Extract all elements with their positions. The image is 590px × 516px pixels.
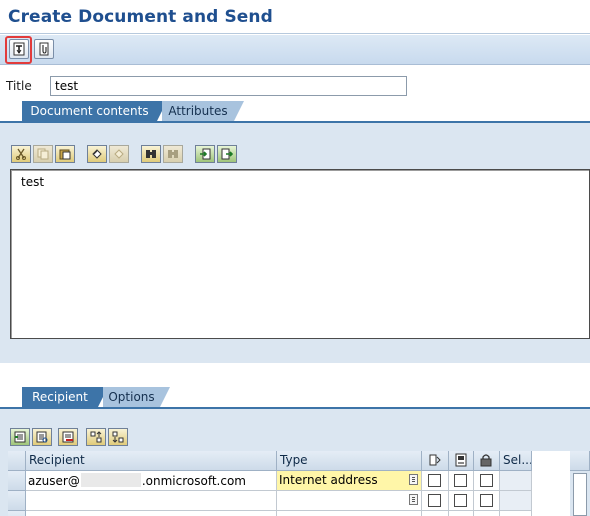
copy-button[interactable] [33,145,53,163]
copy-checkbox[interactable] [454,494,467,507]
copy-cell [449,471,474,491]
details-icon [36,431,48,443]
editor-text: test [21,175,45,189]
application-toolbar [0,35,590,65]
document-editor[interactable]: test [10,169,590,339]
column-header-express[interactable] [422,451,449,471]
column-header-copy[interactable] [449,451,474,471]
cut-icon [16,148,26,160]
express-checkbox[interactable] [428,494,441,507]
express-cell [422,471,449,491]
attach-button[interactable] [34,39,54,59]
redo-button[interactable] [109,145,129,163]
type-value: Internet address [279,473,378,487]
page-title: Create Document and Send [8,7,273,27]
export-icon [221,148,233,160]
attachment-icon [39,42,49,56]
find-icon [146,150,156,158]
copy-checkbox[interactable] [454,474,467,487]
table-row [8,491,570,511]
paste-icon [59,149,71,160]
lock-cell [474,511,500,516]
tab-recipient[interactable]: Recipient [22,387,108,407]
delete-row-button[interactable] [58,428,78,446]
table-scrollbar[interactable] [570,451,590,516]
sort-ascending-button[interactable] [86,428,106,446]
title-bar: Create Document and Send [0,0,590,34]
column-header-recipient[interactable]: Recipient [26,451,277,471]
insert-row-button[interactable] [10,428,30,446]
title-label: Title [6,79,32,93]
lock-icon [480,454,492,467]
table-row [8,511,570,516]
copy-recipient-icon [455,453,467,467]
sort-descending-icon [112,431,124,443]
find-next-button[interactable] [163,145,183,163]
redo-icon [114,149,124,159]
title-input[interactable]: test [50,76,407,96]
type-cell[interactable] [277,511,422,516]
find-next-icon [168,150,178,158]
tab-attributes[interactable]: Attributes [162,101,244,121]
selected-cell [500,471,532,491]
express-icon [429,454,441,466]
copy-cell [449,511,474,516]
tab-options[interactable]: Options [103,387,170,407]
column-header-selected[interactable]: Sel... [500,451,532,471]
import-button[interactable] [195,145,215,163]
lock-cell [474,471,500,491]
export-button[interactable] [217,145,237,163]
lock-checkbox[interactable] [480,474,493,487]
recipient-tab-strip: Recipient Options [0,387,590,407]
scrollbar-header [570,451,590,471]
value-help-icon[interactable] [409,494,418,505]
row-selector[interactable] [8,491,26,511]
sort-ascending-icon [90,431,102,443]
document-tab-strip: Document contents Attributes [0,101,590,121]
row-selector-header[interactable] [8,451,26,471]
delete-row-icon [62,431,74,443]
details-button[interactable] [32,428,52,446]
column-header-lock[interactable] [474,451,500,471]
undo-icon [92,149,102,159]
recipient-table: Recipient Type Sel... azuser@ .onmicrosof… [8,451,590,516]
recipient-cell[interactable]: azuser@ .onmicrosoft.com [26,471,277,491]
express-checkbox[interactable] [428,474,441,487]
selected-cell [500,491,532,511]
row-selector[interactable] [8,471,26,491]
cut-button[interactable] [11,145,31,163]
find-button[interactable] [141,145,161,163]
column-header-type[interactable]: Type [277,451,422,471]
row-selector[interactable] [8,511,26,516]
insert-row-icon [14,431,26,443]
highlight-outline [5,36,32,64]
type-cell[interactable] [277,491,422,511]
lock-cell [474,491,500,511]
sort-descending-button[interactable] [108,428,128,446]
table-row: azuser@ .onmicrosoft.com Internet address [8,471,570,491]
express-cell [422,511,449,516]
redacted-domain [80,473,141,487]
copy-cell [449,491,474,511]
undo-button[interactable] [87,145,107,163]
paste-button[interactable] [55,145,75,163]
copy-icon [37,148,49,160]
express-cell [422,491,449,511]
lock-checkbox[interactable] [480,494,493,507]
type-cell[interactable]: Internet address [277,471,422,491]
recipient-domain: .onmicrosoft.com [141,474,246,488]
recipient-cell[interactable] [26,511,277,516]
recipient-user: azuser@ [28,474,80,488]
recipient-cell[interactable] [26,491,277,511]
value-help-icon[interactable] [409,474,418,485]
scrollbar-track[interactable] [573,473,587,516]
tab-document-contents[interactable]: Document contents [22,101,167,121]
import-icon [200,148,211,160]
selected-cell [500,511,532,516]
table-header-row: Recipient Type Sel... [8,451,570,471]
